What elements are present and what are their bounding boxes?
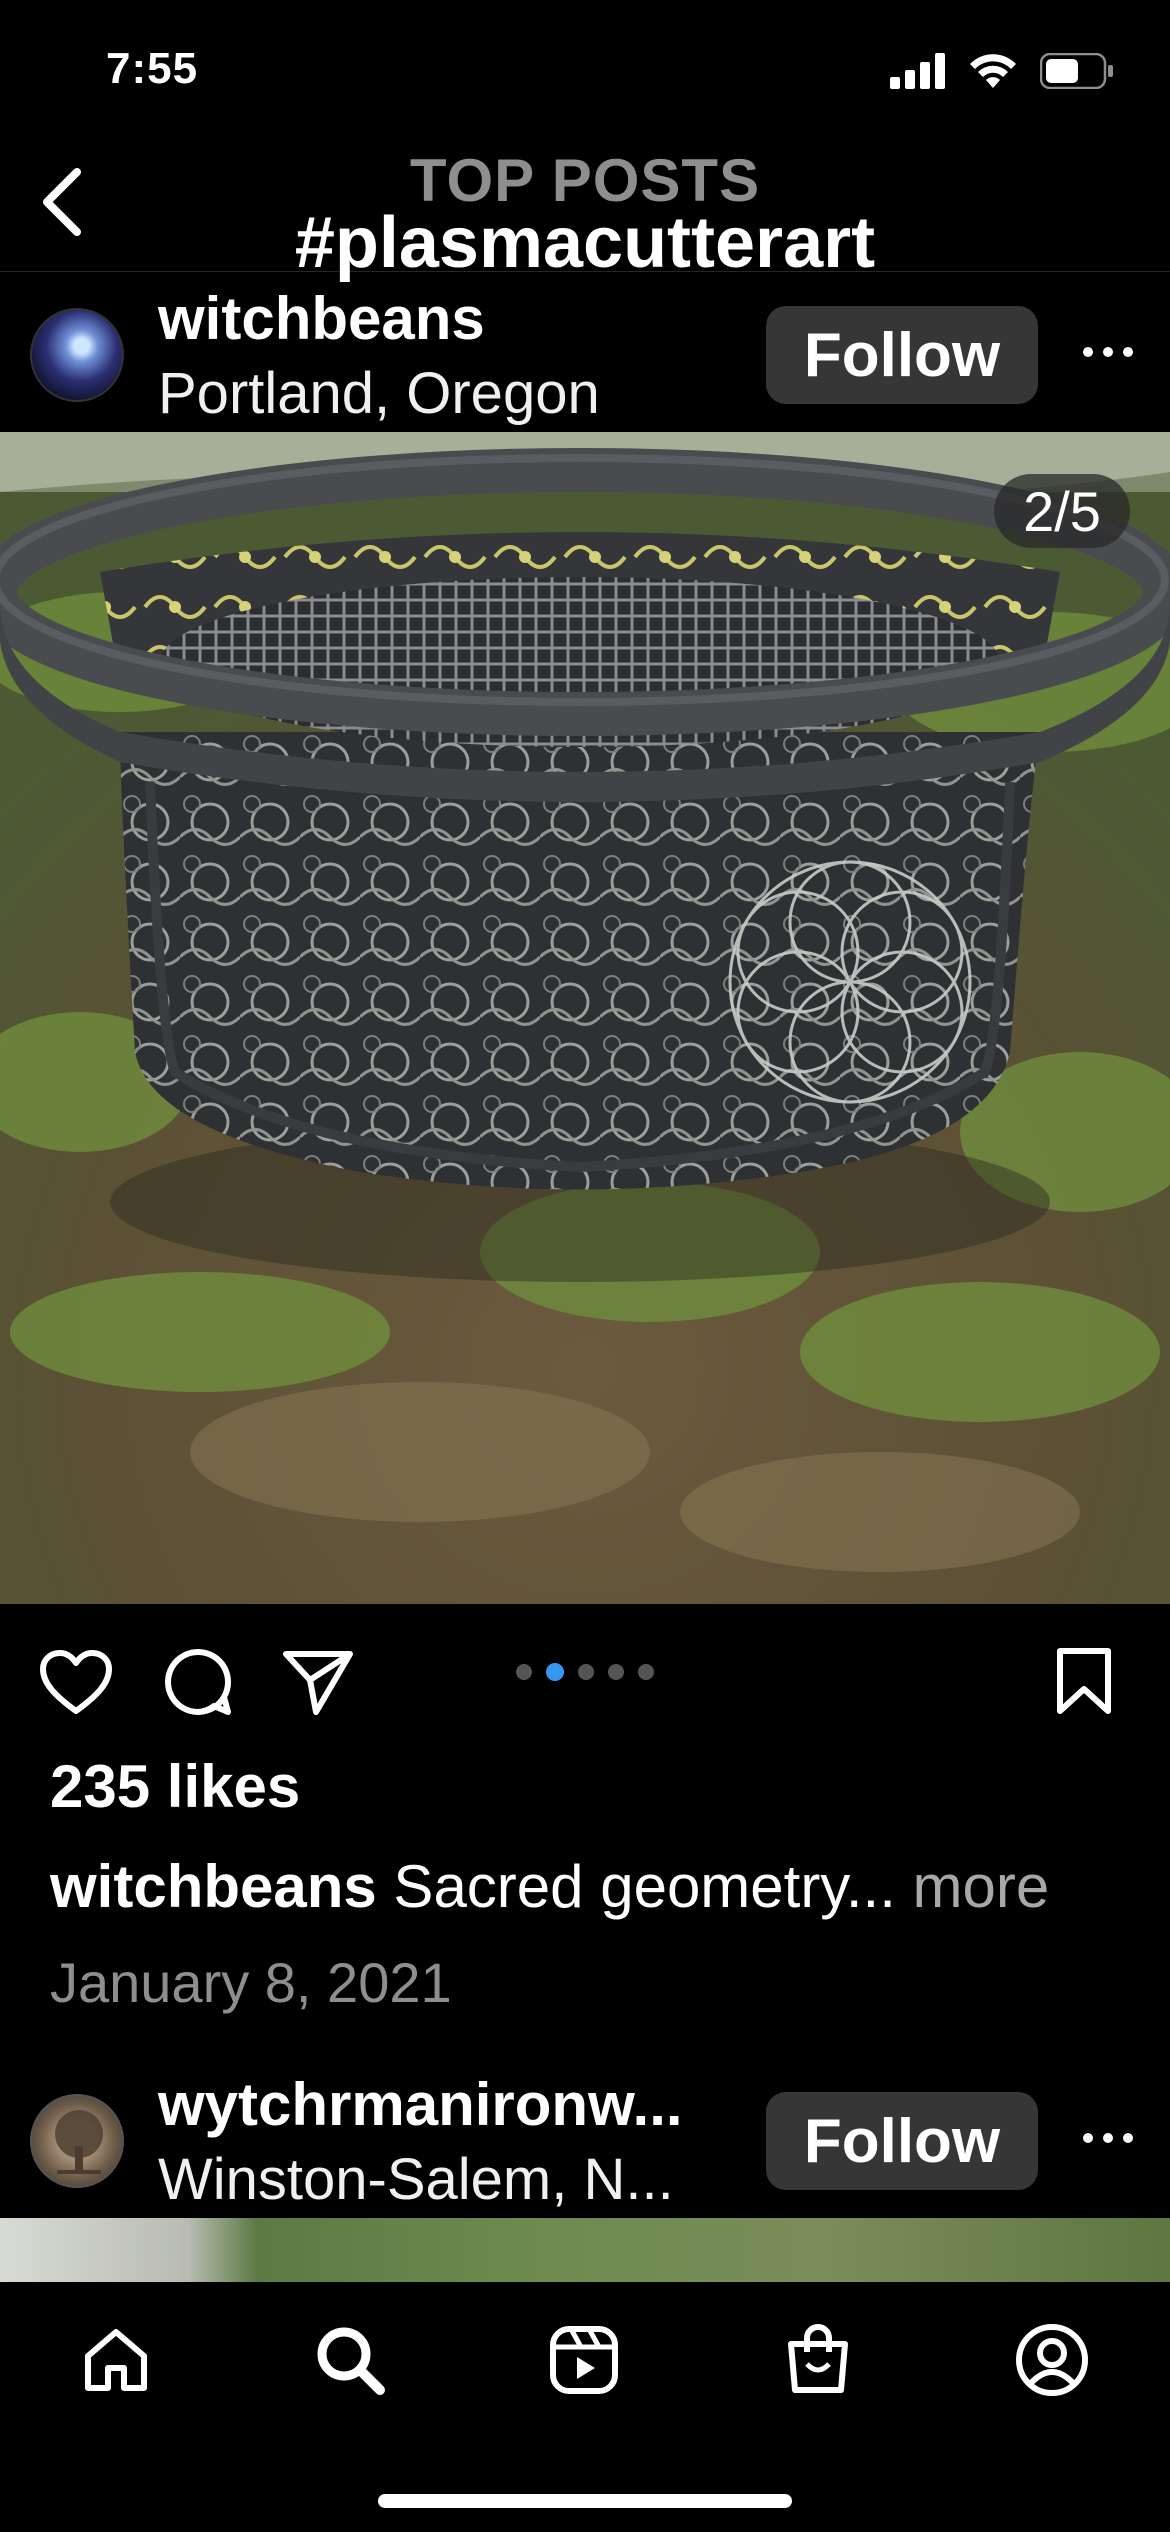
- post-header: witchbeans Portland, Oregon Follow: [0, 272, 1170, 432]
- likes-count[interactable]: 235 likes: [50, 1752, 300, 1821]
- wifi-icon: [970, 54, 1016, 88]
- more-horizontal-icon: [1083, 347, 1133, 357]
- status-time: 7:55: [106, 44, 199, 93]
- save-button[interactable]: [1044, 1642, 1124, 1722]
- more-horizontal-icon: [1083, 2133, 1133, 2143]
- carousel-indicator: [0, 1663, 1170, 1681]
- home-icon: [85, 2329, 147, 2391]
- post-username[interactable]: wytchrmanironw...: [158, 2070, 683, 2139]
- home-indicator[interactable]: [378, 2494, 792, 2508]
- follow-button[interactable]: Follow: [766, 2092, 1038, 2190]
- carousel-dot: [516, 1664, 532, 1680]
- battery-icon: [1040, 53, 1113, 89]
- tree-logo-icon: [55, 2110, 103, 2174]
- tab-search[interactable]: [300, 2310, 400, 2410]
- top-posts-header: TOP POSTS #plasmacutterart: [0, 140, 1170, 283]
- like-button[interactable]: [36, 1642, 116, 1722]
- follow-button[interactable]: Follow: [766, 306, 1038, 404]
- avatar[interactable]: [30, 308, 124, 402]
- post-location[interactable]: Winston-Salem, N...: [158, 2146, 674, 2213]
- post-photo[interactable]: 2/5: [0, 432, 1170, 1604]
- shop-icon: [788, 2324, 848, 2393]
- caption-username[interactable]: witchbeans: [50, 1853, 377, 1920]
- fire-pit-photo: [0, 432, 1170, 1604]
- post-date: January 8, 2021: [50, 1951, 452, 2014]
- avatar[interactable]: [30, 2094, 124, 2188]
- cellular-signal-icon: [890, 53, 945, 89]
- tab-profile[interactable]: [1002, 2310, 1102, 2410]
- search-icon: [317, 2327, 385, 2395]
- caption-text: Sacred geometry...: [393, 1853, 896, 1920]
- post-actions: [0, 1604, 1170, 1754]
- carousel-dot: [638, 1664, 654, 1680]
- photo-counter: 2/5: [994, 474, 1130, 548]
- bottom-tab-bar: [0, 2282, 1170, 2532]
- share-button[interactable]: [278, 1642, 358, 1722]
- comment-button[interactable]: [158, 1642, 238, 1722]
- tab-home[interactable]: [66, 2310, 166, 2410]
- caption-more-link[interactable]: more: [913, 1853, 1050, 1920]
- bookmark-icon: [1057, 1648, 1111, 1714]
- post-photo[interactable]: [0, 2218, 1170, 2282]
- post-location[interactable]: Portland, Oregon: [158, 360, 600, 427]
- reels-icon: [550, 2326, 618, 2394]
- carousel-dot: [608, 1664, 624, 1680]
- post-header: wytchrmanironw... Winston-Salem, N... Fo…: [0, 2058, 1170, 2218]
- status-bar: 7:55: [0, 0, 1170, 140]
- caption[interactable]: witchbeans Sacred geometry... more: [50, 1852, 1049, 1921]
- carousel-dot-active: [546, 1663, 564, 1681]
- post-options-button[interactable]: [1072, 316, 1144, 388]
- comment-icon: [165, 1649, 231, 1715]
- tab-shop[interactable]: [768, 2310, 868, 2410]
- profile-icon: [1016, 2324, 1088, 2396]
- carousel-dot: [578, 1664, 594, 1680]
- post-username[interactable]: witchbeans: [158, 284, 485, 353]
- tab-reels[interactable]: [534, 2310, 634, 2410]
- status-icons: [890, 52, 1114, 90]
- paper-plane-icon: [283, 1651, 353, 1715]
- post-options-button[interactable]: [1072, 2102, 1144, 2174]
- heart-icon: [40, 1650, 112, 1714]
